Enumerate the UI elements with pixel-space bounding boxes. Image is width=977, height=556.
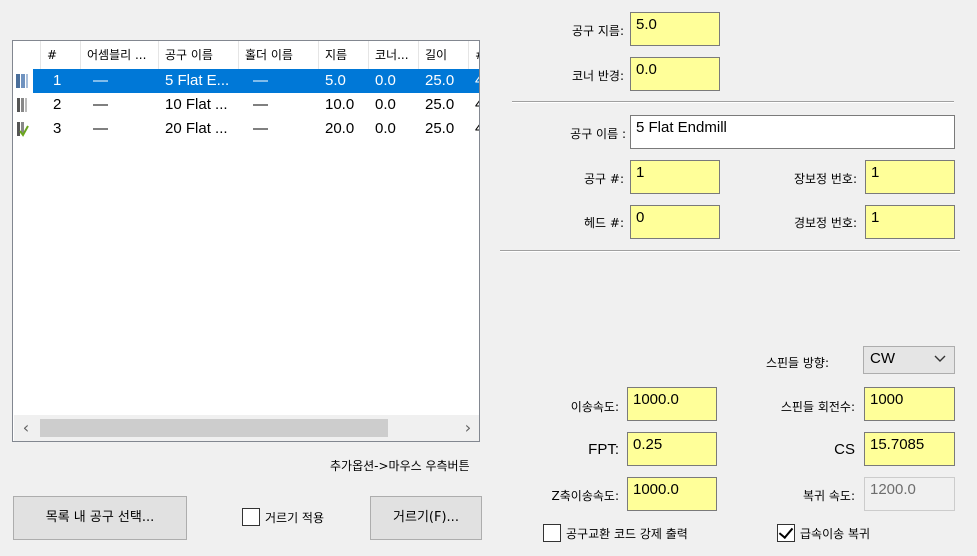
cell-extra: 4 [475,117,479,141]
cell-tool-name: 10 Flat ... [165,96,228,113]
tool-number-label: 공구 #: [584,172,624,186]
scroll-left-icon[interactable]: ‹ [14,415,38,441]
chevron-down-icon [934,355,946,362]
cell-diameter: 10.0 [325,96,355,113]
filter-apply-label: 거르기 적용 [265,511,325,525]
scroll-right-icon[interactable]: › [456,415,479,441]
tool-list[interactable]: # 어셈블리 ... 공구 이름 홀더 이름 지름 코너... 길이 # 1 —… [12,40,480,442]
corner-radius-field[interactable]: 0.0 [630,57,720,91]
spindle-speed-field[interactable]: 1000 [864,387,955,421]
fpt-label: FPT: [588,441,619,458]
column-header-corner[interactable]: 코너... [369,41,419,69]
cell-extra: 4 [475,69,479,93]
select-from-list-button[interactable]: 목록 내 공구 선택... [13,496,187,540]
scrollbar-thumb[interactable] [40,419,388,437]
endmill-tool-icon [16,74,28,88]
cs-field[interactable]: 15.7085 [864,432,955,466]
feed-rate-label: 이송속도: [570,400,619,414]
cell-assembly: — [93,96,108,113]
cell-corner: 0.0 [375,120,396,137]
filter-apply-checkbox[interactable] [242,508,260,526]
tool-name-field[interactable]: 5 Flat Endmill [630,115,955,149]
horizontal-scrollbar[interactable]: ‹ › [14,415,479,441]
column-header-assembly[interactable]: 어셈블리 ... [81,41,159,69]
tool-row[interactable]: 3 — 20 Flat ... — 20.0 0.0 25.0 4 [13,117,479,141]
cell-holder: — [253,72,268,89]
spindle-direction-dropdown[interactable]: CW [863,346,955,374]
cell-tool-name: 20 Flat ... [165,120,228,137]
tool-row[interactable]: 2 — 10 Flat ... — 10.0 0.0 25.0 4 [13,93,479,117]
cell-number: 1 [53,72,62,89]
cell-holder: — [253,96,268,113]
plunge-rate-label: Z축이송속도: [551,489,619,503]
spindle-direction-value: CW [870,350,895,367]
diameter-comp-field[interactable]: 1 [865,205,955,239]
tool-row[interactable]: 1 — 5 Flat E... — 5.0 0.0 25.0 4 [13,69,479,93]
force-tool-change-checkbox[interactable] [543,524,561,542]
cell-assembly: — [93,72,108,89]
column-header-icon[interactable] [13,41,41,69]
column-header-diameter[interactable]: 지름 [319,41,369,69]
cell-length: 25.0 [425,72,455,89]
cell-tool-name: 5 Flat E... [165,72,230,89]
rapid-retract-label: 급속이송 복귀 [800,527,871,541]
column-header-length[interactable]: 길이 [419,41,469,69]
corner-radius-label: 코너 반경: [571,69,624,83]
cell-diameter: 20.0 [325,120,355,137]
endmill-checked-icon [17,122,29,137]
tool-number-field[interactable]: 1 [630,160,720,194]
fpt-field[interactable]: 0.25 [627,432,717,466]
separator [500,250,960,252]
checkmark-icon [778,523,794,540]
cell-corner: 0.0 [375,96,396,113]
column-header-holder-name[interactable]: 홀더 이름 [239,41,319,69]
feed-rate-field[interactable]: 1000.0 [627,387,717,421]
tool-diameter-label: 공구 지름: [571,24,624,38]
cell-holder: — [253,120,268,137]
tool-name-label: 공구 이름 : [570,127,626,141]
spindle-direction-label: 스핀들 방향: [765,356,829,370]
head-number-field[interactable]: 0 [630,205,720,239]
separator [512,101,954,103]
cell-extra: 4 [475,93,479,117]
cell-assembly: — [93,120,108,137]
cell-corner: 0.0 [375,72,396,89]
filter-button[interactable]: 거르기(F)... [370,496,482,540]
cell-number: 3 [53,120,62,137]
spindle-speed-label: 스핀들 회전수: [780,400,855,414]
column-header-tool-name[interactable]: 공구 이름 [159,41,239,69]
column-header-extra[interactable]: # [469,41,479,69]
column-header-number[interactable]: # [41,41,81,69]
rapid-retract-checkbox[interactable] [777,523,795,542]
retract-rate-label: 복귀 속도: [802,489,855,503]
diameter-comp-label: 경보정 번호: [793,216,857,230]
length-comp-label: 장보정 번호: [793,172,857,186]
force-tool-change-label: 공구교환 코드 강제 출력 [566,527,688,541]
endmill-tool-icon [17,98,27,112]
cell-diameter: 5.0 [325,72,346,89]
cell-number: 2 [53,96,62,113]
cs-label: CS [834,441,855,458]
length-comp-field[interactable]: 1 [865,160,955,194]
retract-rate-field[interactable]: 1200.0 [864,477,955,511]
context-menu-hint: 추가옵션->마우스 우측버튼 [330,459,470,473]
tool-list-header: # 어셈블리 ... 공구 이름 홀더 이름 지름 코너... 길이 # [13,41,479,69]
tool-diameter-field[interactable]: 5.0 [630,12,720,46]
plunge-rate-field[interactable]: 1000.0 [627,477,717,511]
cell-length: 25.0 [425,96,455,113]
head-number-label: 헤드 #: [584,216,624,230]
cell-length: 25.0 [425,120,455,137]
